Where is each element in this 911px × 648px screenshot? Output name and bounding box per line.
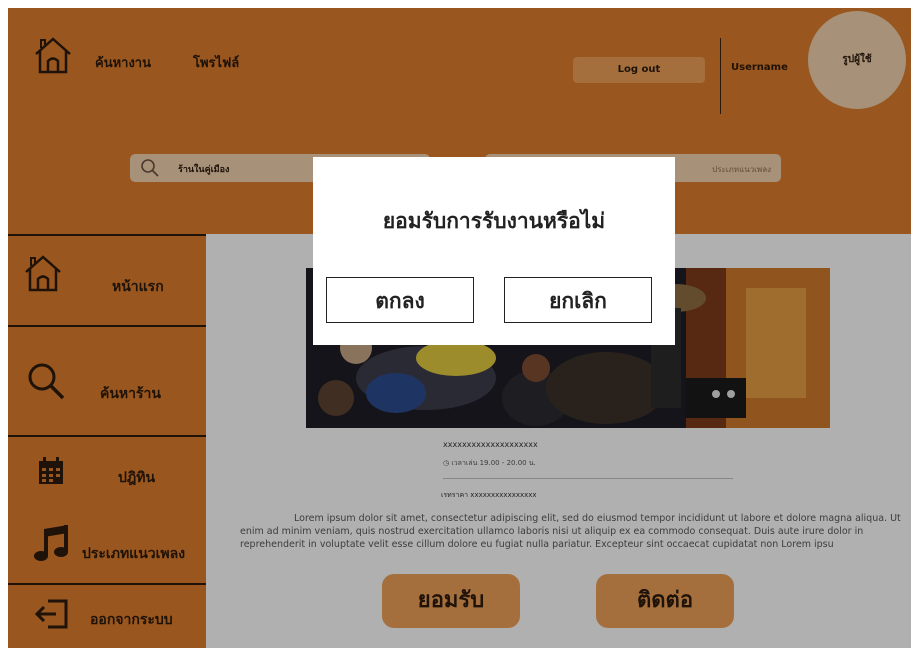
dialog-title: ยอมรับการรับงานหรือไม่ xyxy=(382,209,606,233)
app-frame: ค้นหางาน โพรไฟล์ Log out Username รูปผู้… xyxy=(8,8,911,648)
confirm-ok-button[interactable]: ตกลง xyxy=(326,277,474,323)
confirm-dialog: ยอมรับการรับงานหรือไม่ ตกลง ยกเลิก xyxy=(313,157,675,345)
confirm-cancel-button[interactable]: ยกเลิก xyxy=(504,277,652,323)
